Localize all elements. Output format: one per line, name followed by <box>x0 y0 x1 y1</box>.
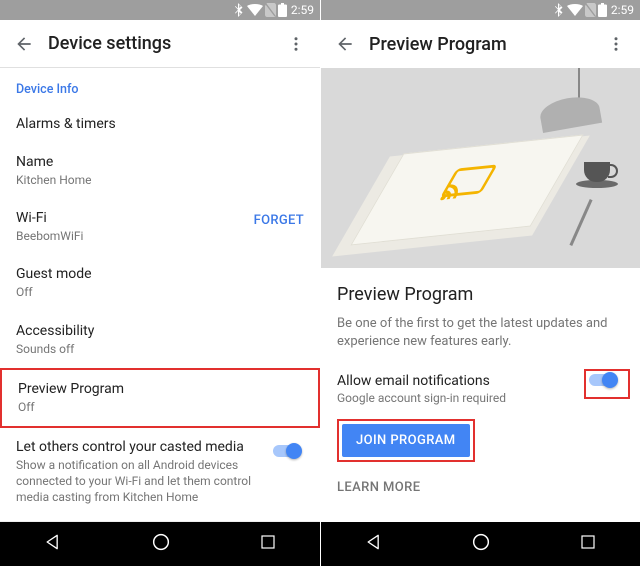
more-vert-icon <box>287 35 305 53</box>
item-label: Guest mode <box>16 266 304 282</box>
item-value: Sounds off <box>16 341 304 357</box>
item-preview-program[interactable]: Preview Program Off <box>0 368 320 428</box>
arrow-back-icon <box>14 34 34 54</box>
nav-bar <box>321 522 640 566</box>
battery-icon <box>598 3 607 17</box>
nav-back-icon <box>43 532 63 552</box>
nav-home-button[interactable] <box>150 531 172 557</box>
status-time: 2:59 <box>291 3 314 17</box>
forget-wifi-button[interactable]: FORGET <box>254 213 304 228</box>
page-title: Preview Program <box>369 34 600 55</box>
item-guest-mode[interactable]: Guest mode Off <box>0 255 320 311</box>
item-label: Name <box>16 154 304 170</box>
item-description: Show a notification on all Android devic… <box>16 457 304 506</box>
preview-program-description: Be one of the first to get the latest up… <box>337 315 624 351</box>
overflow-menu-button[interactable] <box>600 28 632 60</box>
app-bar: Preview Program <box>321 20 640 68</box>
more-vert-icon <box>607 35 625 53</box>
settings-list: Device Info Alarms & timers Name Kitchen… <box>0 68 320 522</box>
item-alarms-timers[interactable]: Alarms & timers <box>0 105 320 143</box>
learn-more-button[interactable]: LEARN MORE <box>337 480 624 495</box>
nav-recent-button[interactable] <box>259 533 277 555</box>
wifi-icon <box>247 4 263 16</box>
item-label: Alarms & timers <box>16 116 304 132</box>
bluetooth-icon <box>555 3 565 17</box>
section-header-privacy: Privacy <box>0 521 320 523</box>
app-bar: Device settings <box>0 20 320 68</box>
nav-recent-button[interactable] <box>579 533 597 555</box>
section-header-device-info: Device Info <box>0 68 320 105</box>
item-value: Off <box>16 284 304 300</box>
toggle-email-notifications[interactable] <box>590 375 624 393</box>
nav-recent-icon <box>579 533 597 551</box>
preview-program-content: Preview Program Be one of the first to g… <box>321 68 640 522</box>
overflow-menu-button[interactable] <box>280 28 312 60</box>
item-value: Off <box>18 399 302 415</box>
email-notifications-label: Allow email notifications <box>337 373 624 389</box>
item-name[interactable]: Name Kitchen Home <box>0 143 320 199</box>
item-wifi[interactable]: Wi-Fi BeebomWiFi FORGET <box>0 199 320 255</box>
nav-bar <box>0 522 320 566</box>
back-button[interactable] <box>8 28 40 60</box>
nav-back-button[interactable] <box>364 532 384 556</box>
screen-device-settings: 2:59 Device settings Device Info Alarms … <box>0 0 320 566</box>
nav-recent-icon <box>259 533 277 551</box>
nav-home-icon <box>470 531 492 553</box>
join-program-button[interactable]: JOIN PROGRAM <box>342 424 470 457</box>
arrow-back-icon <box>335 34 355 54</box>
nav-back-button[interactable] <box>43 532 63 556</box>
status-bar: 2:59 <box>321 0 640 20</box>
battery-icon <box>278 3 287 17</box>
toggle-cast-control[interactable] <box>270 442 304 460</box>
item-label: Let others control your casted media <box>16 439 304 455</box>
email-notifications-sub: Google account sign-in required <box>337 391 624 405</box>
back-button[interactable] <box>329 28 361 60</box>
nav-back-icon <box>364 532 384 552</box>
item-label: Accessibility <box>16 323 304 339</box>
bluetooth-icon <box>235 3 245 17</box>
item-label: Preview Program <box>18 381 302 397</box>
item-value: BeebomWiFi <box>16 228 304 244</box>
no-sim-icon <box>265 3 276 17</box>
row-email-notifications: Allow email notifications Google account… <box>337 369 624 419</box>
status-time: 2:59 <box>611 3 634 17</box>
preview-program-heading: Preview Program <box>337 284 624 305</box>
nav-home-icon <box>150 531 172 553</box>
wifi-icon <box>567 4 583 16</box>
screen-preview-program: 2:59 Preview Program <box>320 0 640 566</box>
page-title: Device settings <box>48 33 280 54</box>
item-accessibility[interactable]: Accessibility Sounds off <box>0 312 320 368</box>
nav-home-button[interactable] <box>470 531 492 557</box>
hero-illustration <box>321 68 640 268</box>
no-sim-icon <box>585 3 596 17</box>
status-bar: 2:59 <box>0 0 320 20</box>
item-let-others-control[interactable]: Let others control your casted media Sho… <box>0 428 320 517</box>
item-value: Kitchen Home <box>16 172 304 188</box>
